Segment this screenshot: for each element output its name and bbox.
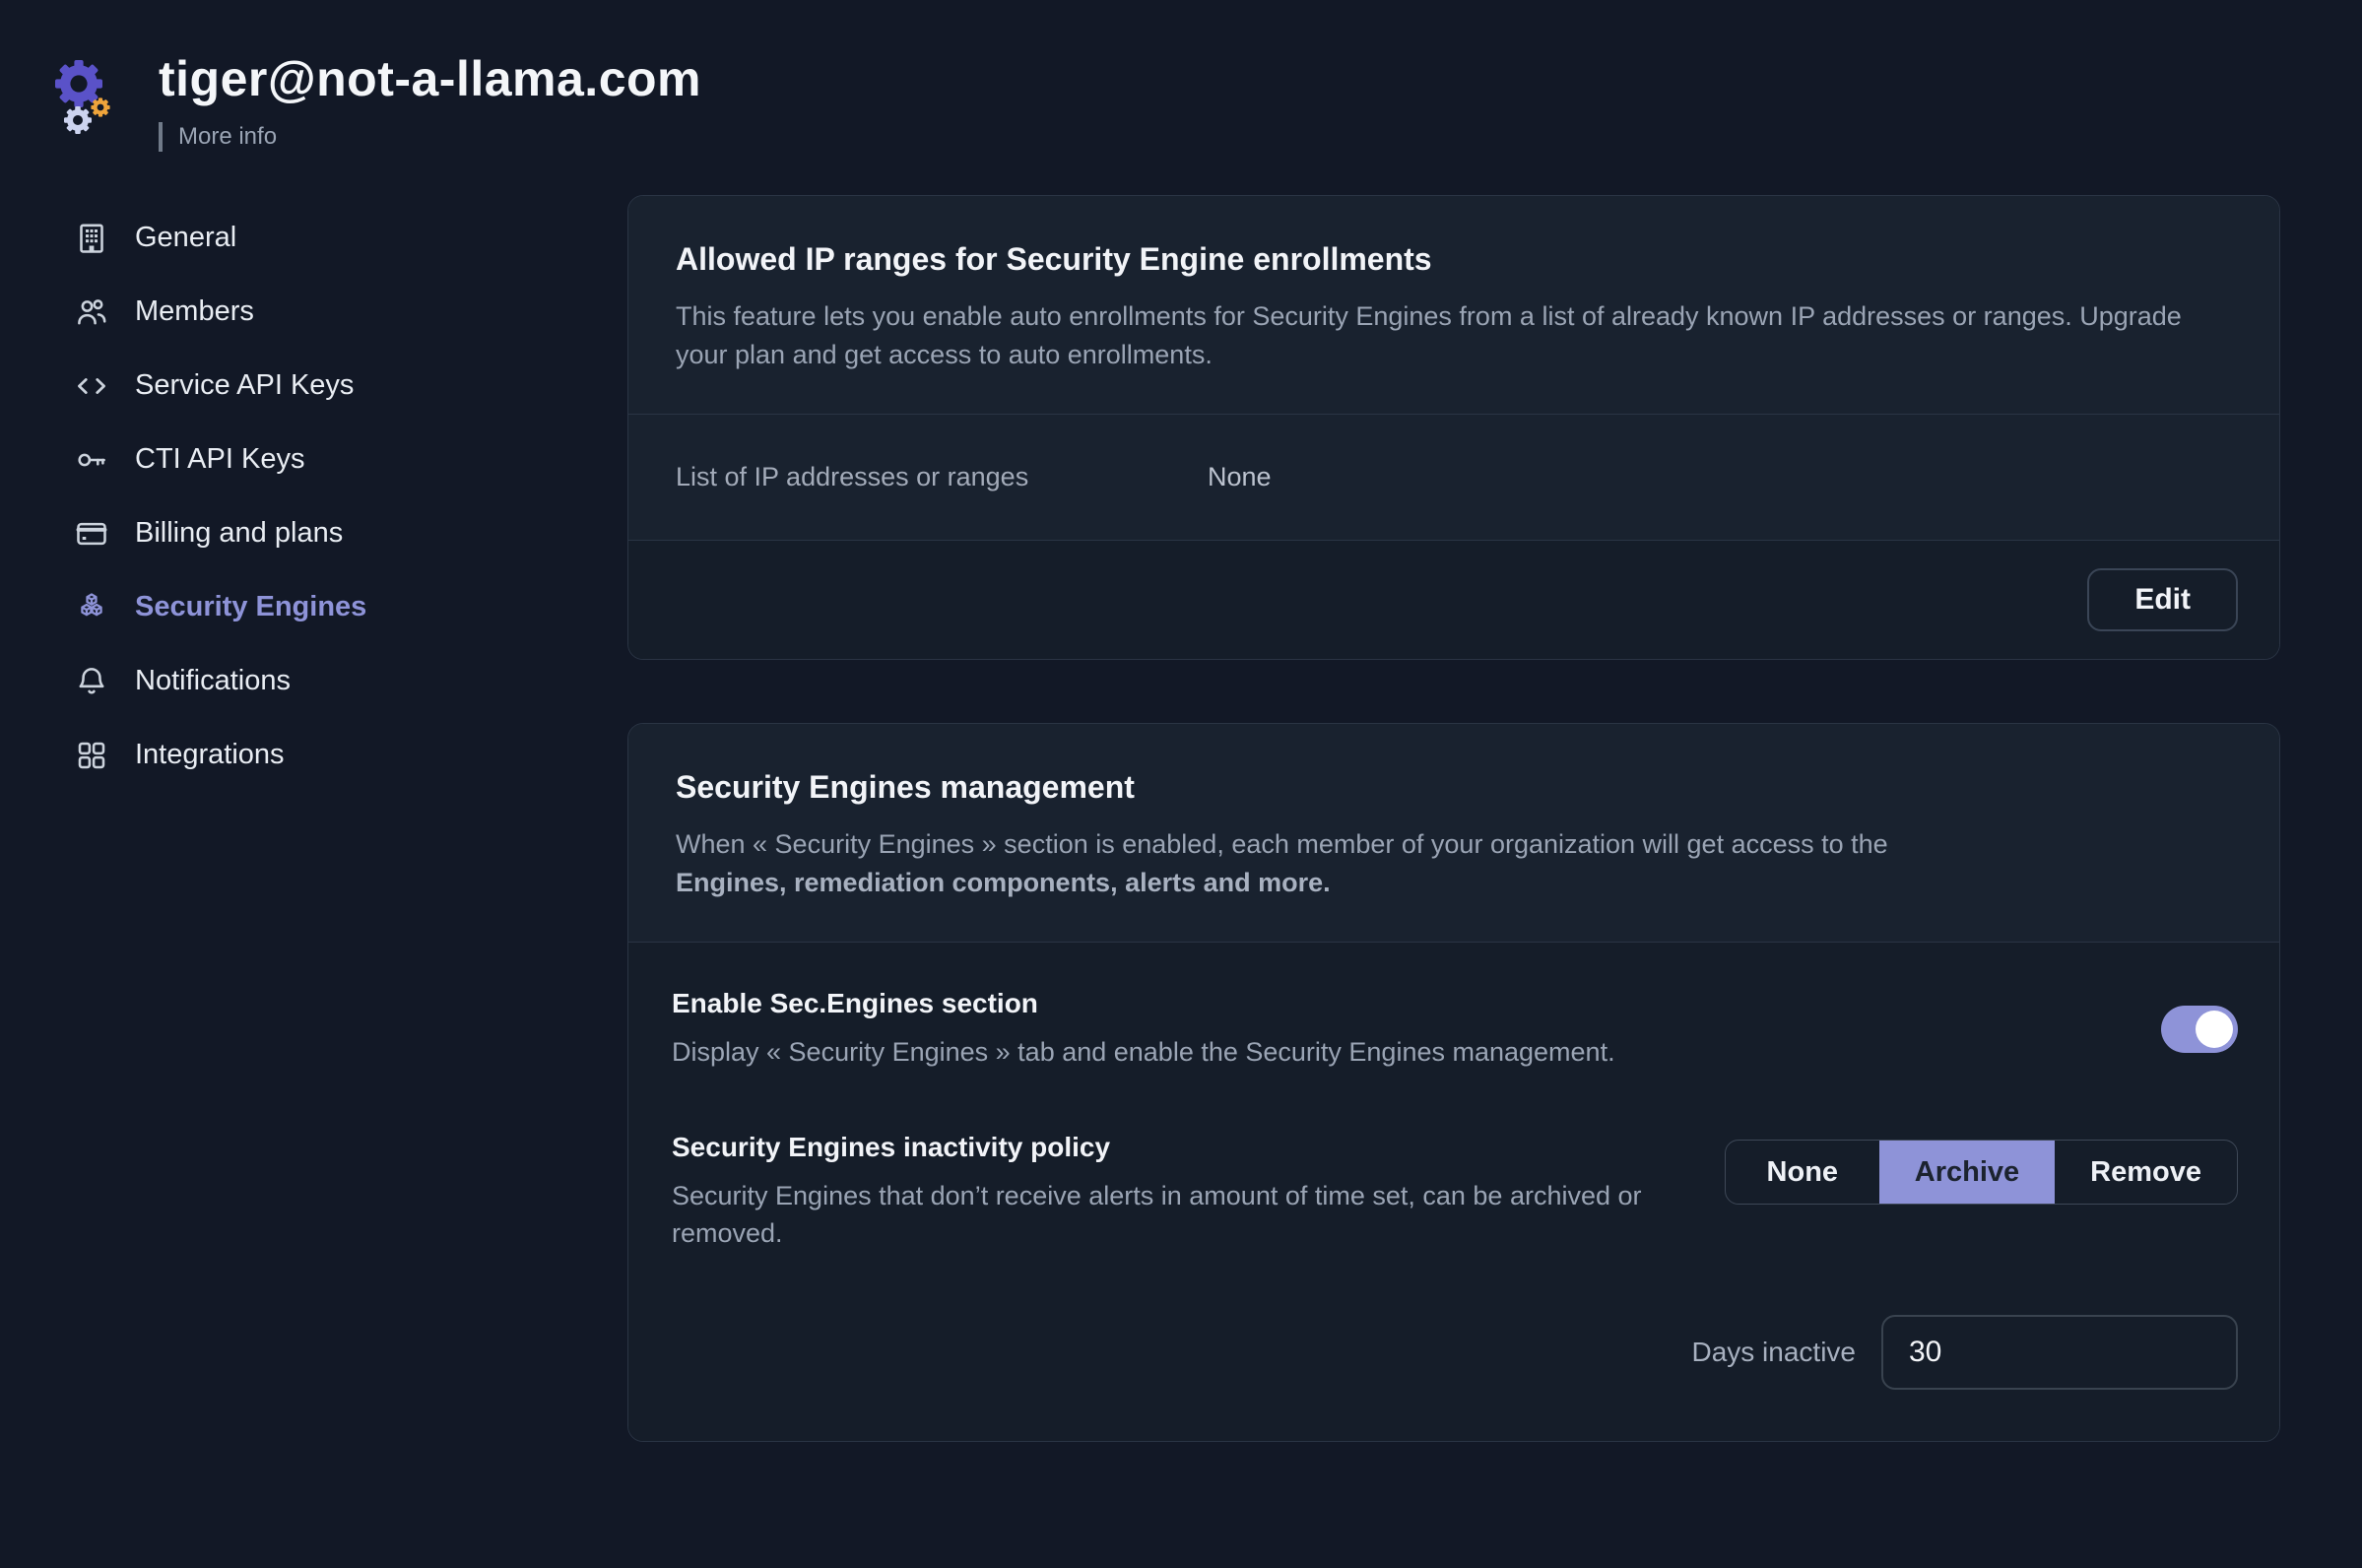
allowed-ip-card: Allowed IP ranges for Security Engine en… <box>627 195 2280 660</box>
enable-section-text: Enable Sec.Engines section Display « Sec… <box>672 988 1615 1071</box>
sidebar-item-security-engines[interactable]: Security Engines <box>74 570 627 644</box>
description-normal: When « Security Engines » section is ena… <box>676 829 1888 859</box>
segment-remove[interactable]: Remove <box>2055 1141 2237 1204</box>
code-brackets-icon <box>74 368 109 404</box>
sidebar-item-label: Security Engines <box>135 591 366 623</box>
engines-management-header: Security Engines management When « Secur… <box>628 724 2279 943</box>
settings-sidebar: General Members Service API Keys <box>74 195 627 1442</box>
gears-logo <box>54 59 125 142</box>
sidebar-item-label: Integrations <box>135 739 285 771</box>
enable-section-row: Enable Sec.Engines section Display « Sec… <box>672 948 2238 1104</box>
engines-management-description: When « Security Engines » section is ena… <box>676 825 2232 902</box>
segment-archive[interactable]: Archive <box>1879 1141 2055 1204</box>
enable-section-description: Display « Security Engines » tab and ena… <box>672 1033 1615 1071</box>
engines-management-body: Enable Sec.Engines section Display « Sec… <box>628 943 2279 1441</box>
sidebar-item-notifications[interactable]: Notifications <box>74 644 627 718</box>
page-header: tiger@not-a-llama.com More info <box>0 0 2362 152</box>
credit-card-icon <box>74 516 109 552</box>
sidebar-item-cti-api-keys[interactable]: CTI API Keys <box>74 423 627 496</box>
allowed-ip-card-footer: Edit <box>628 541 2279 659</box>
key-icon <box>74 442 109 478</box>
days-inactive-input[interactable] <box>1881 1315 2238 1390</box>
building-icon <box>74 221 109 256</box>
allowed-ip-card-description: This feature lets you enable auto enroll… <box>676 297 2232 374</box>
inactivity-policy-row: Security Engines inactivity policy Secur… <box>672 1104 2238 1252</box>
sidebar-item-members[interactable]: Members <box>74 275 627 349</box>
sidebar-item-label: General <box>135 222 236 254</box>
edit-button[interactable]: Edit <box>2087 568 2238 631</box>
inactivity-policy-label: Security Engines inactivity policy <box>672 1132 1667 1163</box>
sidebar-item-label: Members <box>135 295 254 328</box>
sidebar-item-service-api-keys[interactable]: Service API Keys <box>74 349 627 423</box>
ip-list-value: None <box>1208 462 1272 492</box>
toggle-knob <box>2196 1011 2233 1048</box>
bell-icon <box>74 664 109 699</box>
days-inactive-row: Days inactive <box>672 1252 2238 1402</box>
ip-list-label: List of IP addresses or ranges <box>676 462 1208 492</box>
gear-orange <box>91 98 109 116</box>
allowed-ip-card-title: Allowed IP ranges for Security Engine en… <box>676 241 2232 278</box>
engines-management-card: Security Engines management When « Secur… <box>627 723 2280 1442</box>
engines-management-title: Security Engines management <box>676 769 2232 806</box>
members-icon <box>74 294 109 330</box>
allowed-ip-card-header: Allowed IP ranges for Security Engine en… <box>628 196 2279 415</box>
days-inactive-label: Days inactive <box>1691 1337 1856 1368</box>
sidebar-item-label: CTI API Keys <box>135 443 304 476</box>
sidebar-item-label: Service API Keys <box>135 369 354 402</box>
inactivity-policy-description: Security Engines that don’t receive aler… <box>672 1177 1667 1252</box>
inactivity-policy-segmented-control: None Archive Remove <box>1725 1140 2238 1205</box>
settings-content: Allowed IP ranges for Security Engine en… <box>627 195 2280 1442</box>
inactivity-policy-text: Security Engines inactivity policy Secur… <box>672 1132 1667 1252</box>
more-info-bar <box>159 122 163 152</box>
sidebar-item-label: Notifications <box>135 665 291 697</box>
page-title: tiger@not-a-llama.com <box>159 51 701 106</box>
sidebar-item-general[interactable]: General <box>74 201 627 275</box>
enable-section-label: Enable Sec.Engines section <box>672 988 1615 1019</box>
sidebar-item-label: Billing and plans <box>135 517 343 550</box>
cubes-icon <box>74 590 109 625</box>
sidebar-item-integrations[interactable]: Integrations <box>74 718 627 792</box>
grid-icon <box>74 738 109 773</box>
ip-list-row: List of IP addresses or ranges None <box>628 415 2279 541</box>
enable-section-toggle[interactable] <box>2161 1006 2238 1053</box>
description-bold: Engines, remediation components, alerts … <box>676 864 2232 902</box>
sidebar-item-billing[interactable]: Billing and plans <box>74 496 627 570</box>
more-info-link[interactable]: More info <box>159 122 701 152</box>
segment-none[interactable]: None <box>1726 1141 1879 1204</box>
gear-lavender <box>64 106 92 134</box>
